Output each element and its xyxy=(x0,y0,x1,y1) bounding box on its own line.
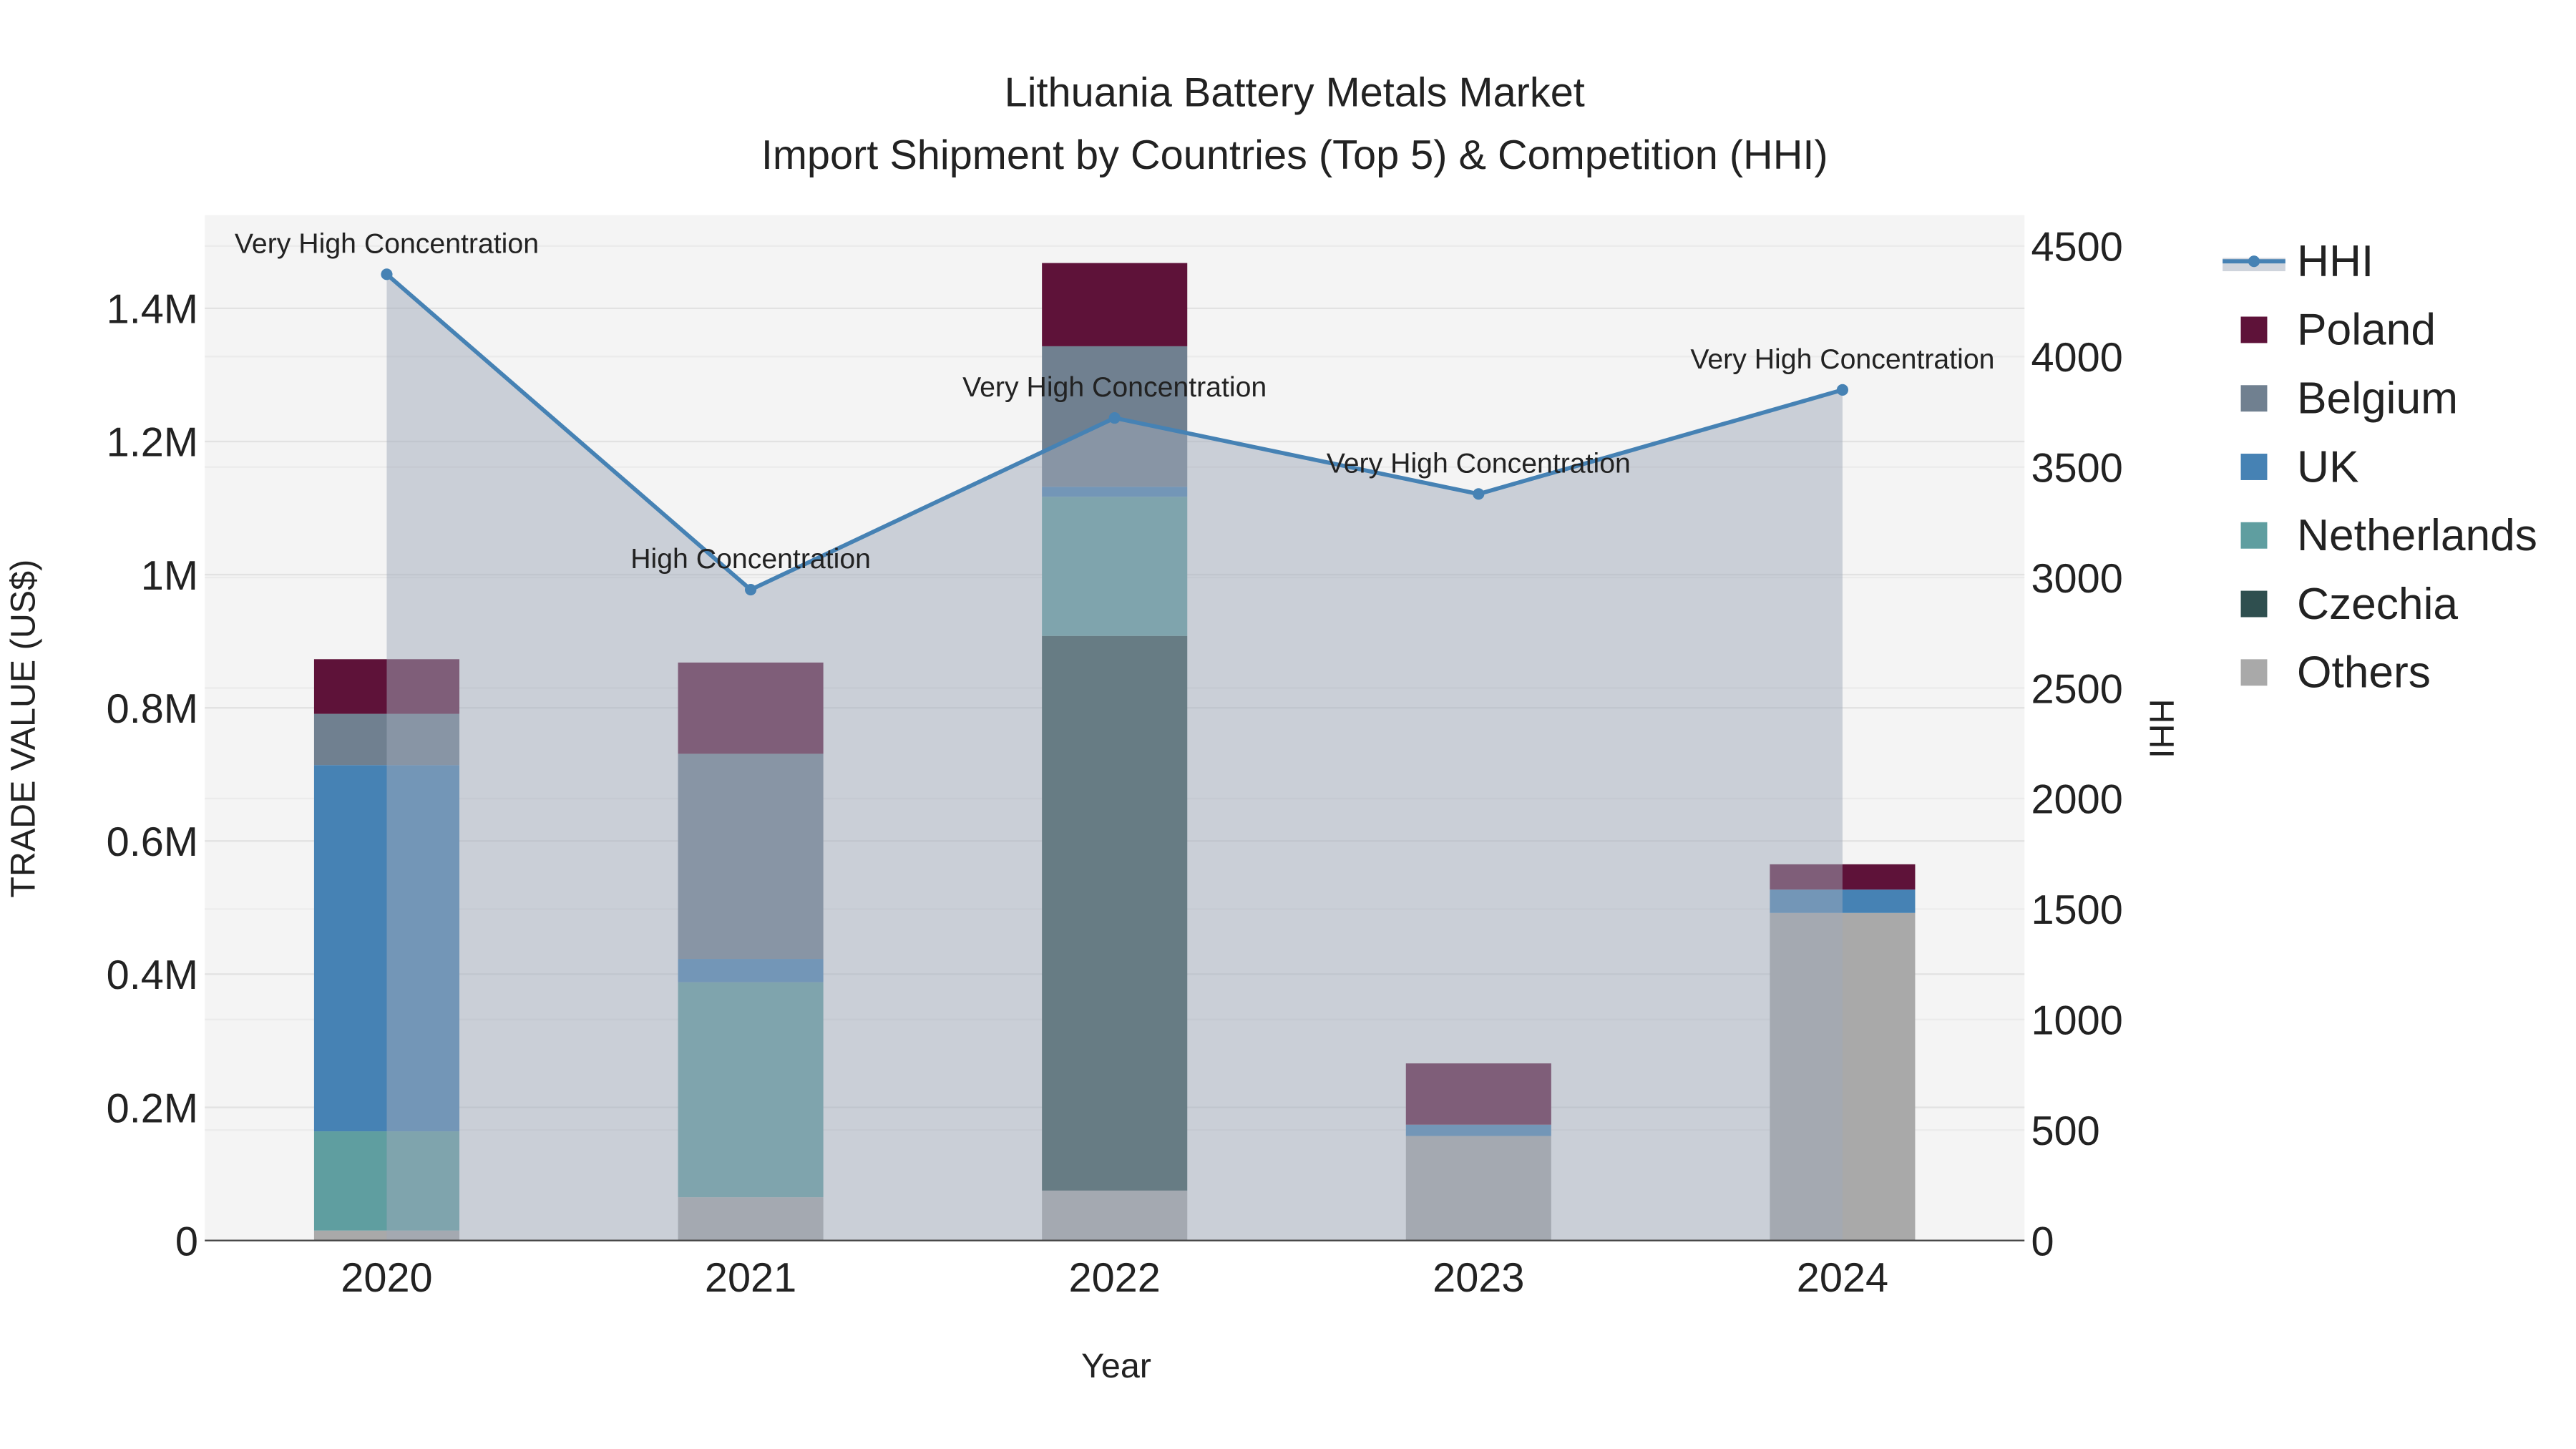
legend-swatch xyxy=(2240,316,2268,343)
y2-tick-label: 2000 xyxy=(2031,777,2122,823)
y-tick-label: 1M xyxy=(141,553,198,599)
legend-label: HHI xyxy=(2297,237,2373,286)
hhi-annotation: Very High Concentration xyxy=(1690,343,1994,375)
legend-item-netherlands[interactable]: Netherlands xyxy=(2240,511,2537,560)
y-tick-label: 0 xyxy=(175,1219,198,1264)
legend-label: Netherlands xyxy=(2297,511,2537,560)
y2-tick-label: 4500 xyxy=(2031,225,2122,270)
x-tick-label: 2024 xyxy=(1797,1255,1888,1301)
y-axis-label: TRADE VALUE (US$) xyxy=(4,560,42,898)
legend-item-belgium[interactable]: Belgium xyxy=(2240,374,2459,424)
hhi-annotation: High Concentration xyxy=(630,543,871,575)
y-tick-label: 1.2M xyxy=(107,420,198,466)
y2-tick-label: 3000 xyxy=(2031,556,2122,602)
legend-item-czechia[interactable]: Czechia xyxy=(2240,580,2459,629)
y2-axis-ticks: 0 500 1000 1500 2000 2500 3000 3500 4000 4500 xyxy=(2031,225,2122,1265)
y-tick-label: 0.2M xyxy=(107,1085,198,1131)
hhi-point-2022[interactable] xyxy=(1108,412,1121,424)
chart: Lithuania Battery Metals Market Import S… xyxy=(4,69,2537,1385)
hhi-point-2021[interactable] xyxy=(745,584,757,596)
legend-item-hhi[interactable]: HHI xyxy=(2223,237,2373,286)
legend-label: UK xyxy=(2297,442,2359,492)
legend-label: Others xyxy=(2297,648,2431,698)
x-tick-label: 2023 xyxy=(1433,1255,1524,1301)
legend-swatch xyxy=(2240,522,2268,549)
legend-label: Belgium xyxy=(2297,374,2458,424)
legend-item-uk[interactable]: UK xyxy=(2240,442,2359,492)
legend-swatch-marker xyxy=(2248,255,2260,268)
legend: HHI Poland Belgium UK Netherlands Czechia Othe… xyxy=(2223,237,2537,698)
x-axis-label: Year xyxy=(1081,1347,1151,1385)
legend-swatch xyxy=(2240,385,2268,412)
legend-swatch xyxy=(2240,590,2268,618)
hhi-point-2020[interactable] xyxy=(381,268,393,280)
chart-subtitle: Import Shipment by Countries (Top 5) & C… xyxy=(761,132,1828,178)
legend-item-others[interactable]: Others xyxy=(2240,648,2431,698)
hhi-annotation: Very High Concentration xyxy=(962,371,1267,403)
y2-tick-label: 4000 xyxy=(2031,335,2122,381)
legend-label: Poland xyxy=(2297,306,2436,355)
x-tick-label: 2021 xyxy=(705,1255,796,1301)
hhi-annotation: Very High Concentration xyxy=(1327,447,1631,479)
y2-axis-label: HHI xyxy=(2142,699,2181,758)
y-axis-ticks: 0 0.2M 0.4M 0.6M 0.8M 1M 1.2M 1.4M xyxy=(107,287,198,1265)
bar-poland-2022[interactable] xyxy=(1042,263,1188,346)
y2-tick-label: 500 xyxy=(2031,1108,2099,1154)
legend-item-poland[interactable]: Poland xyxy=(2240,306,2436,355)
y2-tick-label: 2500 xyxy=(2031,666,2122,712)
legend-swatch xyxy=(2240,454,2268,480)
y-tick-label: 0.8M xyxy=(107,686,198,732)
y2-tick-label: 1000 xyxy=(2031,998,2122,1044)
legend-swatch xyxy=(2240,659,2268,686)
y-tick-label: 1.4M xyxy=(107,287,198,333)
hhi-point-2024[interactable] xyxy=(1836,384,1848,396)
x-tick-label: 2020 xyxy=(341,1255,432,1301)
hhi-point-2023[interactable] xyxy=(1473,488,1485,500)
y2-tick-label: 1500 xyxy=(2031,887,2122,933)
hhi-annotation: Very High Concentration xyxy=(235,228,539,259)
y-tick-label: 0.4M xyxy=(107,952,198,998)
y2-tick-label: 3500 xyxy=(2031,445,2122,491)
chart-title: Lithuania Battery Metals Market xyxy=(1005,69,1585,115)
y-tick-label: 0.6M xyxy=(107,819,198,865)
x-tick-label: 2022 xyxy=(1069,1255,1161,1301)
y2-tick-label: 0 xyxy=(2031,1219,2054,1264)
legend-label: Czechia xyxy=(2297,580,2458,629)
x-axis-ticks: 2020 2021 2022 2023 2024 xyxy=(341,1255,1888,1301)
